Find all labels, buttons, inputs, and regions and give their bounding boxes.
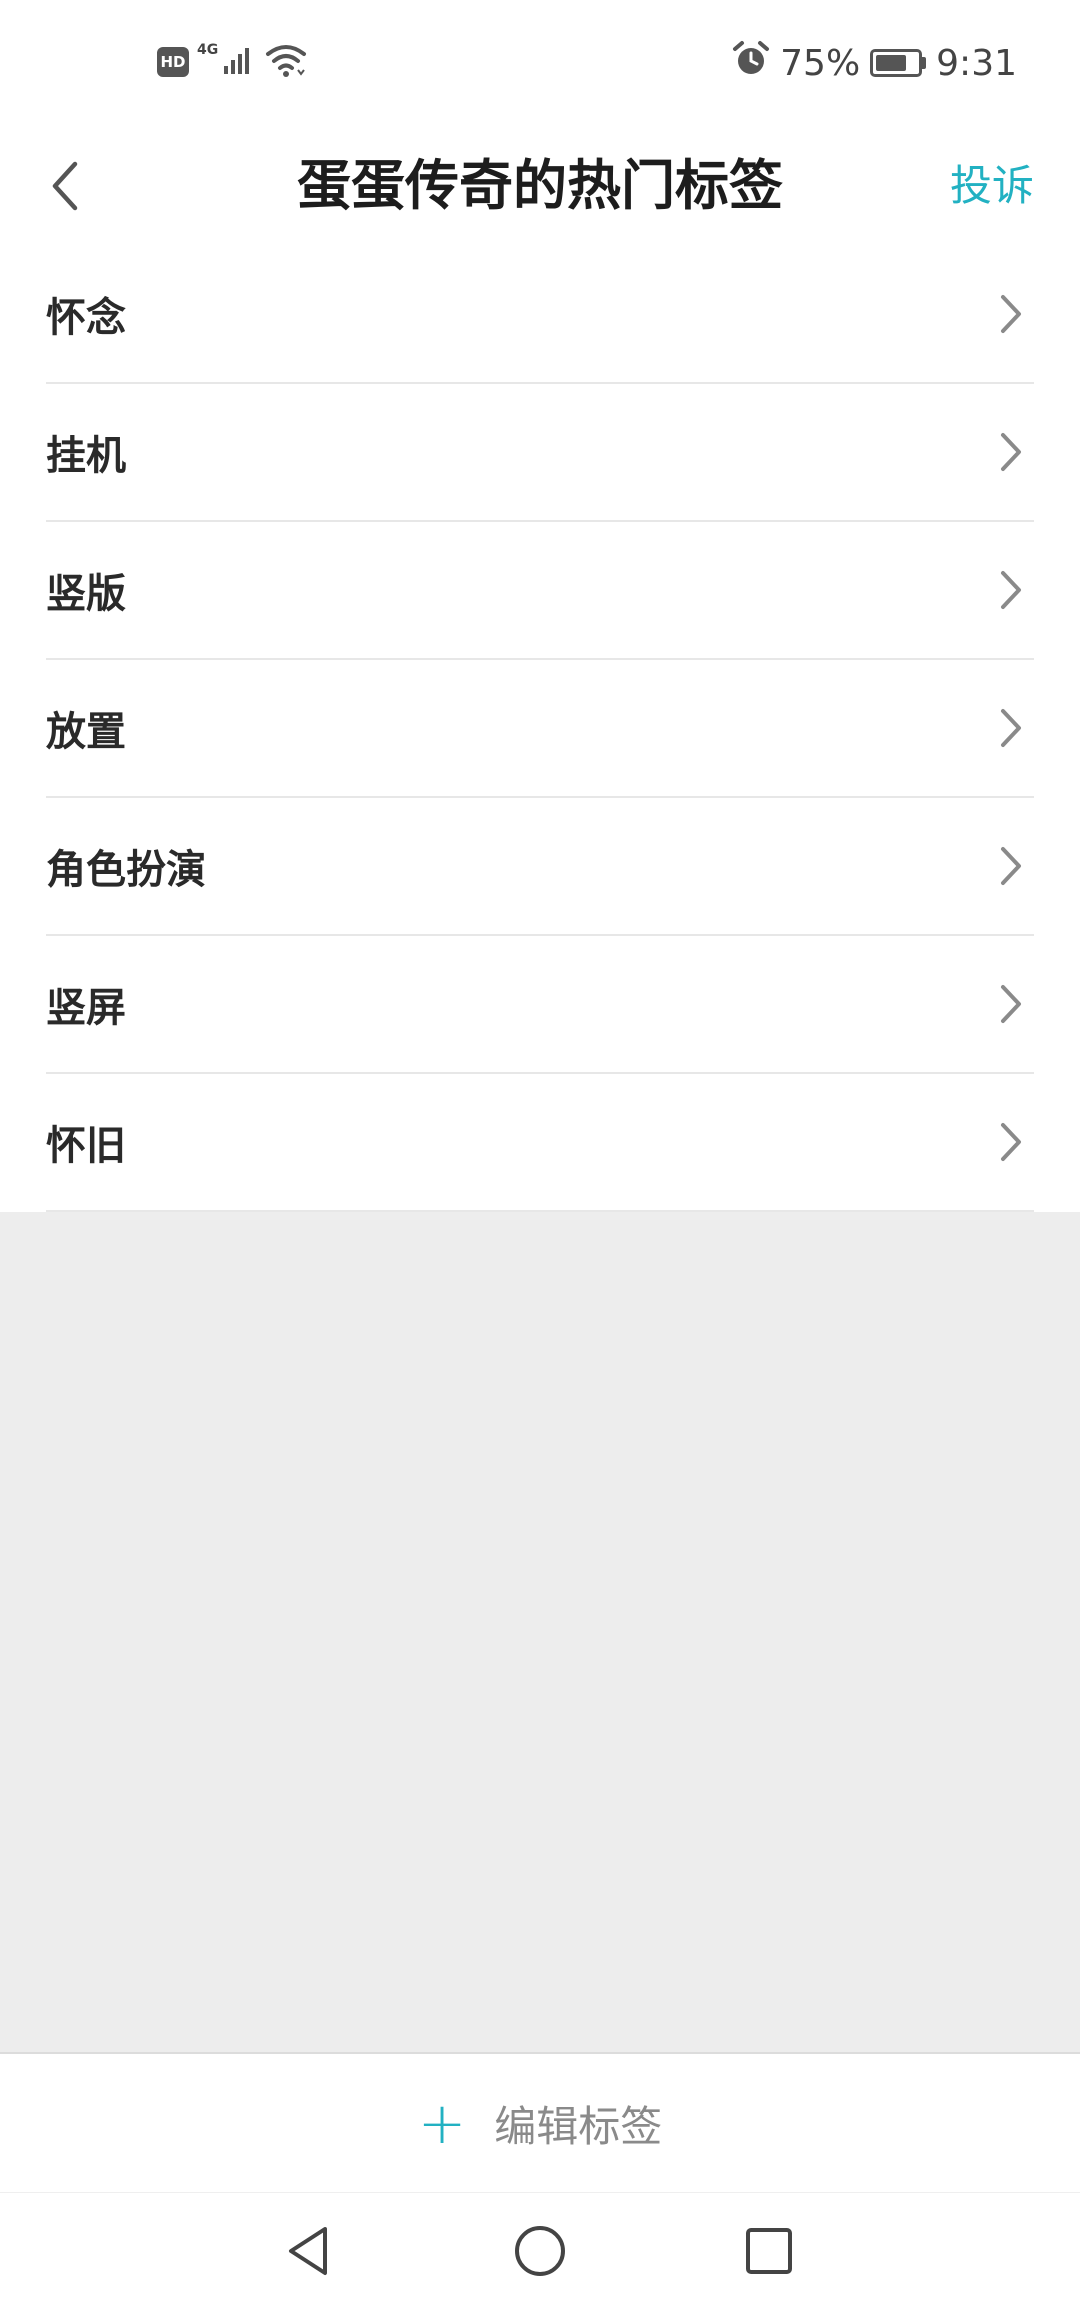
clock-time: 9:31 — [936, 42, 1017, 84]
tag-label: 竖屏 — [46, 985, 126, 1031]
tag-list-item[interactable]: 放置 — [46, 660, 1034, 798]
tag-label: 竖版 — [46, 571, 126, 617]
edit-tags-label: 编辑标签 — [494, 2101, 663, 2151]
tag-label: 挂机 — [46, 433, 126, 479]
system-nav-bar — [0, 2192, 1080, 2310]
nav-back-button[interactable] — [267, 2209, 351, 2293]
square-recents-icon — [746, 2228, 792, 2274]
edit-tags-button[interactable]: + 编辑标签 — [418, 2093, 663, 2154]
back-button[interactable] — [30, 148, 100, 224]
tag-list-item[interactable]: 挂机 — [46, 384, 1034, 522]
tag-label: 角色扮演 — [46, 847, 206, 893]
nav-recents-button[interactable] — [727, 2209, 811, 2293]
chevron-right-icon — [996, 706, 1026, 750]
network-type-label: 4G — [197, 42, 219, 58]
page-title: 蛋蛋传奇的热门标签 — [297, 154, 783, 217]
wifi-icon — [264, 42, 308, 82]
plus-icon: + — [417, 2089, 467, 2157]
triangle-back-icon — [289, 2227, 327, 2275]
status-right-group: 75% 9:31 — [732, 38, 1017, 88]
tag-list: 怀念 挂机 竖版 放置 角色扮演 竖屏 怀旧 — [0, 246, 1080, 1212]
alarm-icon — [732, 40, 770, 87]
report-button[interactable]: 投诉 — [950, 126, 1034, 246]
chevron-left-icon — [52, 161, 78, 211]
tag-label: 怀旧 — [46, 1123, 126, 1169]
app-header: 蛋蛋传奇的热门标签 投诉 — [0, 126, 1080, 246]
status-bar: HD 4G 75% 9:31 — [0, 0, 1080, 126]
tag-list-item[interactable]: 怀旧 — [46, 1074, 1034, 1212]
tag-list-item[interactable]: 怀念 — [46, 246, 1034, 384]
chevron-right-icon — [996, 292, 1026, 336]
battery-percent: 75% — [780, 42, 861, 84]
tag-label: 放置 — [46, 709, 126, 755]
chevron-right-icon — [996, 568, 1026, 612]
tag-list-item[interactable]: 角色扮演 — [46, 798, 1034, 936]
tag-label: 怀念 — [46, 295, 126, 341]
status-left-group: HD 4G — [157, 40, 308, 84]
nav-home-button[interactable] — [498, 2209, 582, 2293]
chevron-right-icon — [996, 430, 1026, 474]
battery-icon — [870, 49, 927, 77]
chevron-right-icon — [996, 982, 1026, 1026]
edit-tags-bar: + 编辑标签 — [0, 2052, 1080, 2192]
signal-icon — [222, 44, 256, 80]
chevron-right-icon — [996, 844, 1026, 888]
circle-home-icon — [515, 2226, 565, 2276]
chevron-right-icon — [996, 1120, 1026, 1164]
tag-list-item[interactable]: 竖屏 — [46, 936, 1034, 1074]
hd-badge: HD — [157, 47, 189, 77]
tag-list-item[interactable]: 竖版 — [46, 522, 1034, 660]
